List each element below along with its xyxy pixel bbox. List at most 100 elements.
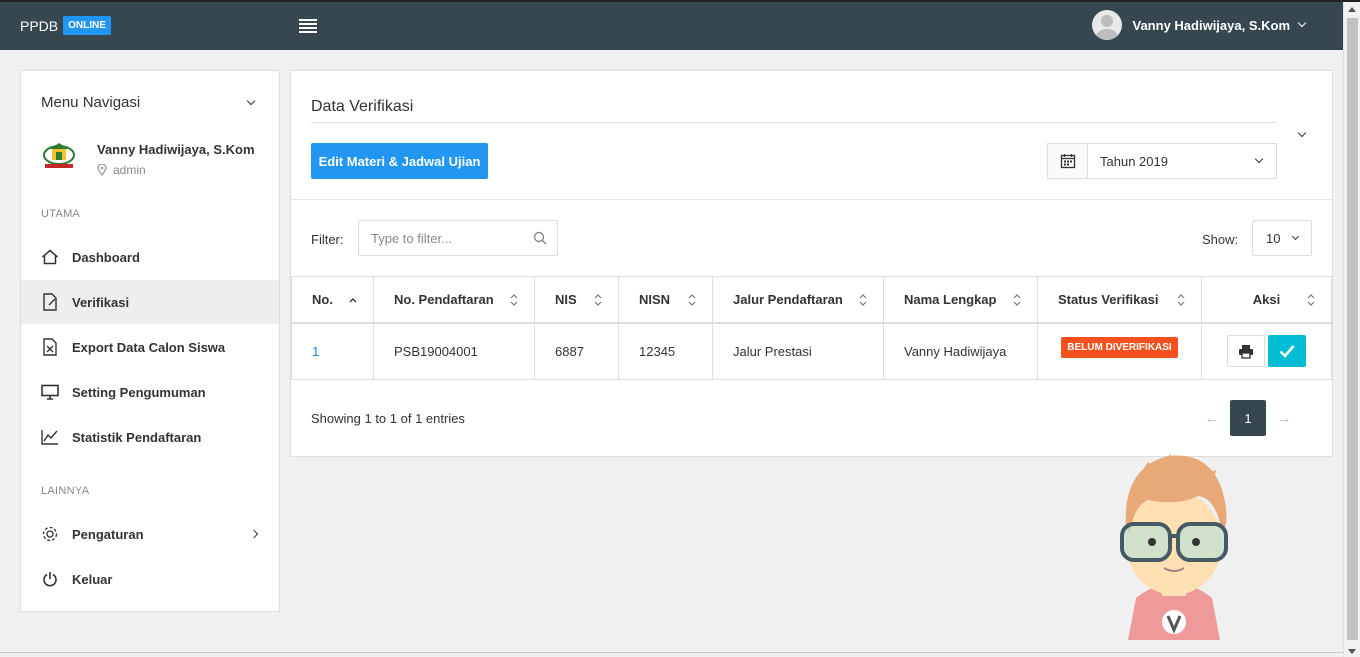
verification-panel: Data Verifikasi Edit Materi & Jadwal Uji… [290, 70, 1333, 457]
col-nama-lengkap[interactable]: Nama Lengkap [883, 276, 1038, 324]
pagination: ← 1 → [1194, 400, 1302, 436]
printer-icon [1239, 344, 1253, 359]
profile-name: Vanny Hadiwijaya, S.Kom [97, 142, 255, 157]
sidebar: Menu Navigasi Vanny Hadiwijaya, S.Kom ad… [20, 70, 280, 612]
filter-input[interactable] [358, 220, 558, 256]
sidebar-item-export-data[interactable]: Export Data Calon Siswa [21, 325, 279, 369]
scroll-up-icon[interactable] [1348, 7, 1356, 12]
col-jalur-pendaftaran[interactable]: Jalur Pendaftaran [712, 276, 884, 324]
scrollbar-thumb[interactable] [1347, 18, 1358, 640]
col-aksi[interactable]: Aksi [1201, 276, 1332, 324]
user-menu[interactable]: Vanny Hadiwijaya, S.Kom [1091, 10, 1307, 40]
year-select-group[interactable]: Tahun 2019 [1047, 143, 1277, 179]
sidebar-item-label: Dashboard [72, 249, 140, 265]
chevron-right-icon [249, 529, 259, 539]
sort-icon [1177, 294, 1185, 306]
sidebar-item-statistik[interactable]: Statistik Pendaftaran [21, 415, 279, 459]
page-title: Data Verifikasi [311, 98, 414, 115]
sort-asc-icon [349, 298, 357, 303]
sidebar-title: Menu Navigasi [41, 94, 141, 111]
scroll-down-icon[interactable] [1348, 649, 1356, 654]
mascot-illustration [1120, 454, 1228, 640]
profile-role: admin [97, 163, 255, 177]
pagination-next[interactable]: → [1266, 410, 1302, 427]
home-icon [41, 248, 59, 266]
excel-file-icon [41, 338, 59, 356]
year-select-value: Tahun 2019 [1100, 153, 1168, 169]
cell-nis: 6887 [534, 322, 619, 380]
monitor-icon [41, 383, 59, 401]
user-name: Vanny Hadiwijaya, S.Kom [1132, 17, 1291, 33]
sort-icon [1307, 294, 1315, 306]
divider [291, 199, 1332, 200]
hamburger-menu-icon[interactable] [299, 19, 317, 35]
chevron-down-icon [1291, 232, 1300, 240]
gear-icon [41, 525, 59, 543]
entries-info: Showing 1 to 1 of 1 entries [311, 411, 465, 426]
sidebar-profile: Vanny Hadiwijaya, S.Kom admin [41, 141, 255, 177]
edit-materi-button[interactable]: Edit Materi & Jadwal Ujian [311, 143, 488, 179]
sort-icon [688, 294, 696, 306]
sidebar-item-label: Keluar [72, 571, 113, 587]
location-pin-icon [97, 164, 107, 176]
cell-status: BELUM DIVERIFIKASI [1037, 322, 1202, 380]
print-button[interactable] [1227, 335, 1265, 368]
avatar [1091, 10, 1122, 40]
page-size-value: 10 [1266, 230, 1281, 246]
sidebar-item-keluar[interactable]: Keluar [21, 557, 279, 601]
sidebar-item-verifikasi[interactable]: Verifikasi [21, 280, 279, 324]
section-label-utama: UTAMA [41, 208, 81, 220]
sort-icon [594, 294, 602, 306]
chevron-down-icon[interactable] [1297, 128, 1307, 138]
line-chart-icon [41, 428, 59, 446]
year-select[interactable]: Tahun 2019 [1088, 144, 1276, 178]
school-logo-icon [43, 143, 75, 168]
brand[interactable]: PPDB ONLINE [20, 16, 111, 35]
sidebar-item-label: Export Data Calon Siswa [72, 339, 226, 355]
sidebar-item-label: Setting Pengumuman [72, 384, 206, 400]
brand-name: PPDB [20, 17, 59, 34]
document-icon [41, 293, 59, 311]
pagination-page-current[interactable]: 1 [1230, 400, 1266, 436]
check-icon [1279, 345, 1295, 359]
section-label-lainnya: LAINNYA [41, 485, 90, 497]
col-no-pendaftaran[interactable]: No. Pendaftaran [373, 276, 535, 324]
sort-icon [859, 294, 867, 306]
col-status-verifikasi[interactable]: Status Verifikasi [1037, 276, 1202, 324]
pagination-prev[interactable]: ← [1194, 410, 1230, 427]
sidebar-item-setting-pengumuman[interactable]: Setting Pengumuman [21, 370, 279, 414]
sidebar-item-pengaturan[interactable]: Pengaturan [21, 512, 279, 556]
verify-button[interactable] [1268, 335, 1306, 368]
sort-icon [1013, 294, 1021, 306]
cell-no-pendaftaran: PSB19004001 [373, 322, 535, 380]
col-nisn[interactable]: NISN [618, 276, 713, 324]
chevron-down-icon [1254, 154, 1264, 164]
title-divider [311, 122, 1276, 123]
online-badge: ONLINE [63, 16, 111, 35]
chevron-down-icon [1297, 18, 1307, 28]
filter-label: Filter: [311, 232, 344, 247]
power-icon [41, 570, 59, 588]
cell-nisn: 12345 [618, 322, 713, 380]
status-badge: BELUM DIVERIFIKASI [1061, 336, 1178, 358]
top-navbar: PPDB ONLINE Vanny Hadiwijaya, S.Kom [0, 2, 1343, 50]
calendar-icon [1048, 144, 1088, 178]
cell-aksi [1201, 322, 1332, 380]
sidebar-item-label: Statistik Pendaftaran [72, 429, 202, 445]
cell-jalur: Jalur Prestasi [712, 322, 884, 380]
show-label: Show: [1202, 232, 1239, 247]
page-size-select[interactable]: 10 [1252, 220, 1312, 256]
col-no[interactable]: No. [291, 276, 374, 324]
page-scrollbar[interactable] [1343, 2, 1360, 657]
table-header-row: No. No. Pendaftaran NIS NISN Jalur Penda… [291, 276, 1332, 324]
sort-icon [510, 294, 518, 306]
sidebar-item-label: Verifikasi [72, 294, 130, 310]
sidebar-item-label: Pengaturan [72, 526, 144, 542]
verification-table: No. No. Pendaftaran NIS NISN Jalur Penda… [291, 276, 1332, 380]
chevron-down-icon[interactable] [246, 96, 256, 106]
col-nis[interactable]: NIS [534, 276, 619, 324]
cell-no: 1 [291, 322, 374, 380]
sidebar-item-dashboard[interactable]: Dashboard [21, 235, 279, 279]
page-bottom-border [0, 652, 1343, 653]
search-icon [533, 231, 547, 245]
